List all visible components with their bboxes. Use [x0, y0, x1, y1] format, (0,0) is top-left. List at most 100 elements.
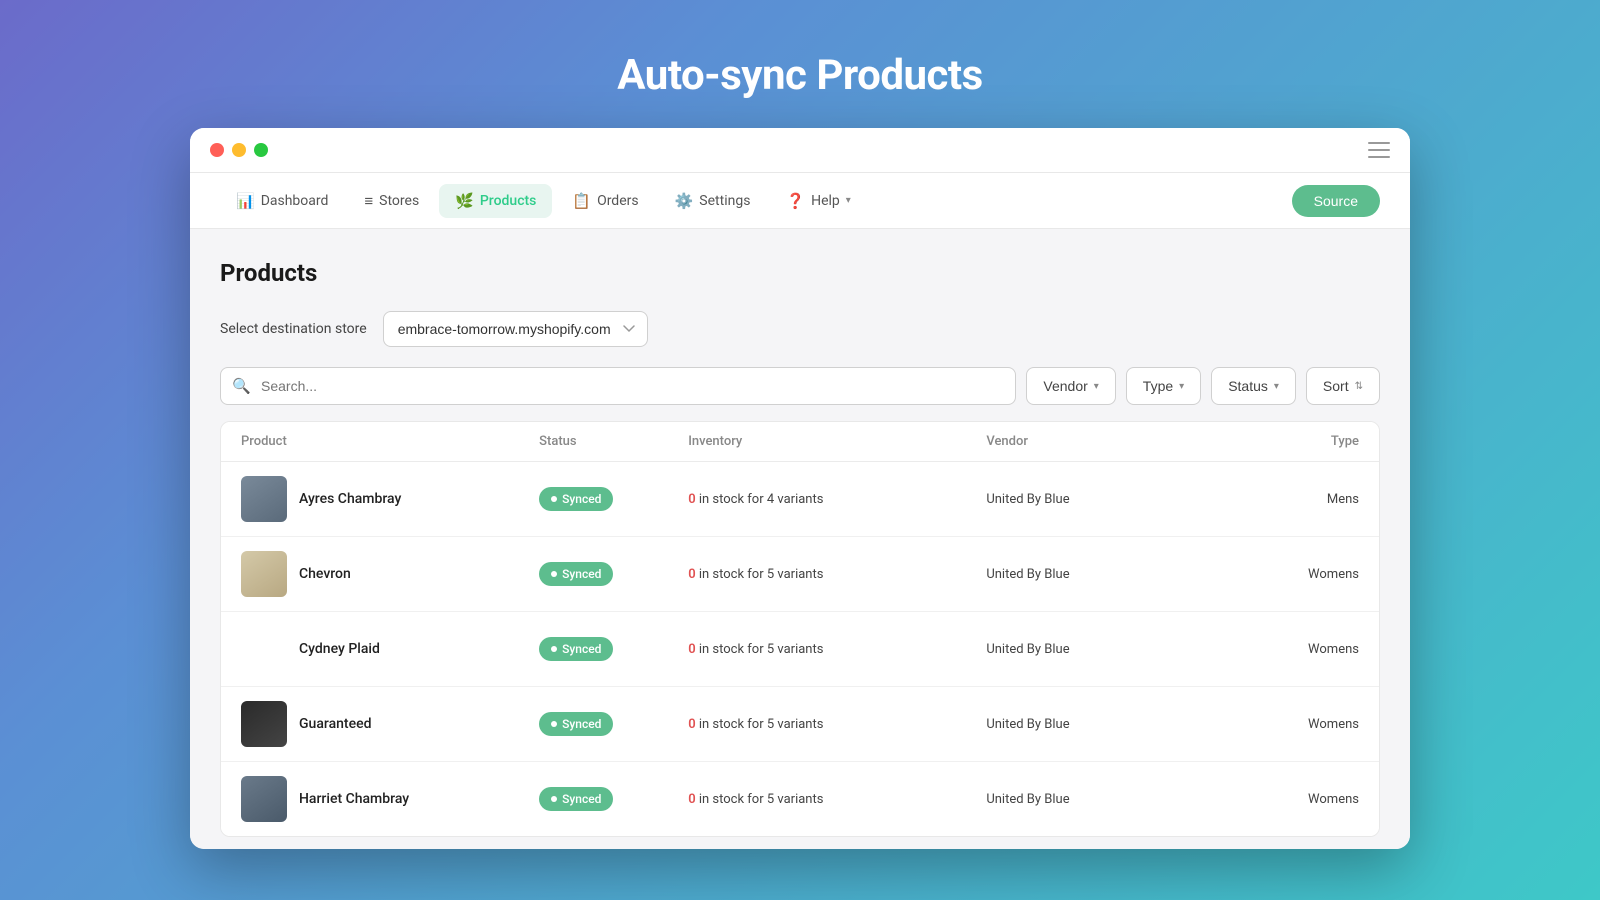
status-badge: Synced	[539, 487, 613, 511]
nav-help-label: Help	[811, 193, 840, 209]
type-dropdown-icon: ▾	[1179, 381, 1184, 392]
inventory-cell: 0 in stock for 4 variants	[688, 492, 986, 507]
type-cell: Womens	[1210, 792, 1359, 807]
store-select-row: Select destination store embrace-tomorro…	[220, 311, 1380, 347]
product-name: Harriet Chambray	[299, 791, 409, 807]
sort-label: Sort	[1323, 378, 1349, 394]
status-label: Synced	[562, 567, 601, 581]
table-row[interactable]: Harriet Chambray Synced 0 in stock for 5…	[221, 762, 1379, 836]
traffic-lights	[210, 143, 268, 157]
nav-orders[interactable]: 📋 Orders	[556, 184, 654, 218]
settings-icon: ⚙️	[675, 192, 694, 210]
vendor-cell: United By Blue	[986, 792, 1210, 807]
status-badge: Synced	[539, 637, 613, 661]
search-box: 🔍	[220, 367, 1016, 405]
nav-products[interactable]: 🌿 Products	[439, 184, 552, 218]
close-button[interactable]	[210, 143, 224, 157]
type-filter-label: Type	[1143, 378, 1173, 394]
nav-help[interactable]: ❓ Help ▾	[770, 184, 866, 218]
vendor-cell: United By Blue	[986, 492, 1210, 507]
minimize-button[interactable]	[232, 143, 246, 157]
navbar: 📊 Dashboard ≡ Stores 🌿 Products 📋 Orders…	[190, 173, 1410, 229]
vendor-cell: United By Blue	[986, 642, 1210, 657]
status-cell: Synced	[539, 637, 688, 661]
inventory-zero: 0	[688, 717, 695, 732]
type-cell: Mens	[1210, 492, 1359, 507]
col-inventory: Inventory	[688, 434, 986, 449]
vendor-cell: United By Blue	[986, 717, 1210, 732]
status-dot-icon	[551, 571, 557, 577]
status-cell: Synced	[539, 487, 688, 511]
orders-icon: 📋	[572, 192, 591, 210]
help-icon: ❓	[786, 192, 805, 210]
product-cell: Guaranteed	[241, 701, 539, 747]
inventory-zero: 0	[688, 642, 695, 657]
vendor-filter-button[interactable]: Vendor ▾	[1026, 367, 1115, 405]
type-cell: Womens	[1210, 717, 1359, 732]
vendor-cell: United By Blue	[986, 567, 1210, 582]
status-label: Synced	[562, 717, 601, 731]
col-status: Status	[539, 434, 688, 449]
status-badge: Synced	[539, 562, 613, 586]
nav-settings[interactable]: ⚙️ Settings	[659, 184, 767, 218]
status-badge: Synced	[539, 712, 613, 736]
table-row[interactable]: Chevron Synced 0 in stock for 5 variants…	[221, 537, 1379, 612]
search-icon: 🔍	[232, 377, 251, 395]
type-cell: Womens	[1210, 642, 1359, 657]
status-cell: Synced	[539, 787, 688, 811]
source-button[interactable]: Source	[1292, 185, 1380, 217]
status-label: Synced	[562, 492, 601, 506]
product-name: Ayres Chambray	[299, 491, 401, 507]
product-name: Cydney Plaid	[299, 641, 380, 657]
titlebar	[190, 128, 1410, 173]
table-header: Product Status Inventory Vendor Type	[221, 422, 1379, 462]
status-label: Synced	[562, 642, 601, 656]
product-thumbnail	[241, 626, 287, 672]
menu-icon[interactable]	[1368, 142, 1390, 158]
nav-products-label: Products	[480, 193, 537, 209]
inventory-zero: 0	[688, 492, 695, 507]
store-select-label: Select destination store	[220, 321, 367, 337]
status-dropdown-icon: ▾	[1274, 381, 1279, 392]
main-content: Products Select destination store embrac…	[190, 229, 1410, 849]
table-row[interactable]: Guaranteed Synced 0 in stock for 5 varia…	[221, 687, 1379, 762]
table-row[interactable]: Cydney Plaid Synced 0 in stock for 5 var…	[221, 612, 1379, 687]
type-cell: Womens	[1210, 567, 1359, 582]
product-thumbnail	[241, 776, 287, 822]
nav-stores[interactable]: ≡ Stores	[348, 184, 435, 218]
sort-button[interactable]: Sort ⇅	[1306, 367, 1380, 405]
inventory-cell: 0 in stock for 5 variants	[688, 717, 986, 732]
product-cell: Cydney Plaid	[241, 626, 539, 672]
nav-dashboard[interactable]: 📊 Dashboard	[220, 184, 344, 218]
status-filter-button[interactable]: Status ▾	[1211, 367, 1296, 405]
inventory-text: in stock for 5 variants	[699, 792, 824, 807]
product-cell: Ayres Chambray	[241, 476, 539, 522]
inventory-text: in stock for 5 variants	[699, 567, 824, 582]
type-filter-button[interactable]: Type ▾	[1126, 367, 1201, 405]
nav-orders-label: Orders	[597, 193, 639, 209]
inventory-text: in stock for 5 variants	[699, 717, 824, 732]
nav-dashboard-label: Dashboard	[261, 193, 329, 209]
product-name: Guaranteed	[299, 716, 371, 732]
product-cell: Chevron	[241, 551, 539, 597]
status-label: Synced	[562, 792, 601, 806]
status-dot-icon	[551, 646, 557, 652]
search-input[interactable]	[220, 367, 1016, 405]
product-name: Chevron	[299, 566, 351, 582]
table-row[interactable]: Ayres Chambray Synced 0 in stock for 4 v…	[221, 462, 1379, 537]
product-cell: Harriet Chambray	[241, 776, 539, 822]
destination-store-select[interactable]: embrace-tomorrow.myshopify.com	[383, 311, 648, 347]
product-thumbnail	[241, 476, 287, 522]
col-product: Product	[241, 434, 539, 449]
inventory-text: in stock for 4 variants	[699, 492, 824, 507]
product-thumbnail	[241, 551, 287, 597]
nav-settings-label: Settings	[699, 193, 750, 209]
vendor-dropdown-icon: ▾	[1094, 381, 1099, 392]
nav-stores-label: Stores	[379, 193, 419, 209]
nav-items: 📊 Dashboard ≡ Stores 🌿 Products 📋 Orders…	[220, 184, 1292, 218]
products-icon: 🌿	[455, 192, 474, 210]
status-cell: Synced	[539, 562, 688, 586]
products-table: Product Status Inventory Vendor Type Ayr…	[220, 421, 1380, 837]
maximize-button[interactable]	[254, 143, 268, 157]
inventory-zero: 0	[688, 567, 695, 582]
